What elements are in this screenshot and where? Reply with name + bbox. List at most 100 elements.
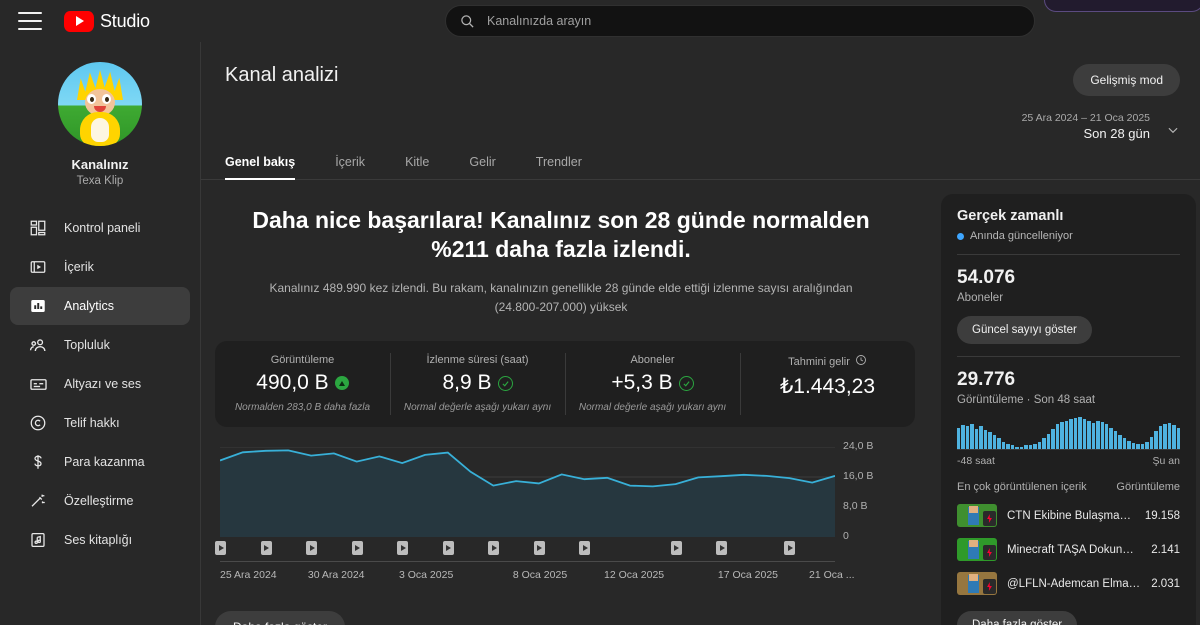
chart-x-axis-line <box>220 561 835 563</box>
sidebar-item-label: Altyazı ve ses <box>64 377 142 391</box>
video-marker-icon[interactable] <box>351 541 363 556</box>
search-bar[interactable] <box>445 5 1035 37</box>
page-title: Kanal analizi <box>225 64 339 86</box>
channel-block: Kanalınız Texa Klip <box>0 42 200 187</box>
shorts-badge-icon <box>983 511 996 526</box>
advanced-mode-button[interactable]: Gelişmiş mod <box>1073 64 1180 96</box>
tab-i-erik[interactable]: İçerik <box>335 155 365 179</box>
sparkline-bar <box>1087 420 1091 449</box>
sparkline-bar <box>1145 441 1149 449</box>
x-axis-label: 21 Oca ... <box>809 569 855 582</box>
sparkline-bar <box>979 426 983 449</box>
top-content-item[interactable]: Minecraft TAŞA Dokunm… 2.141 <box>957 538 1180 561</box>
chart-y-axis: 0 8,0 B 16,0 B 24,0 B <box>843 440 913 543</box>
search-input[interactable] <box>487 14 1020 28</box>
metric-card[interactable]: Aboneler +5,3 B Normal değerle aşağı yukar… <box>565 341 740 427</box>
sparkline-bar <box>1127 440 1131 449</box>
chart-plot-area[interactable] <box>220 447 835 538</box>
metric-note: Normal değerle aşağı yukarı aynı <box>403 402 552 414</box>
views-chart: 0 8,0 B 16,0 B 24,0 B 25 Ara 2024 30 Ara 202… <box>215 440 915 585</box>
subtitles-icon <box>28 374 48 394</box>
video-marker-icon[interactable] <box>488 541 500 556</box>
realtime-show-more-button[interactable]: Daha fazla göster <box>957 611 1078 625</box>
show-more-button[interactable]: Daha fazla göster <box>215 611 346 625</box>
video-thumbnail <box>957 504 997 527</box>
tab-kitle[interactable]: Kitle <box>405 155 429 179</box>
sidebar-item-ses-kitapl[interactable]: Ses kitaplığı <box>10 521 190 559</box>
video-marker-icon[interactable] <box>716 541 728 556</box>
headline-subtitle: Kanalınız 489.990 kez izlendi. Bu rakam,… <box>269 280 853 315</box>
tab-genel-bak[interactable]: Genel bakış <box>225 155 296 180</box>
trend-steady-icon <box>678 375 694 391</box>
divider <box>957 356 1180 357</box>
sparkline-bar <box>1136 444 1140 449</box>
metric-value: 8,9 B <box>396 371 559 395</box>
metric-value: 490,0 B <box>221 371 384 395</box>
sparkline-bar <box>1167 422 1172 449</box>
date-range-selector[interactable]: 25 Ara 2024 – 21 Oca 2025 Son 28 gün <box>1022 112 1180 141</box>
analytics-left-column: Daha nice başarılara! Kanalınız son 28 g… <box>201 180 921 625</box>
hamburger-icon[interactable] <box>18 12 42 30</box>
studio-brand[interactable]: Studio <box>64 10 150 32</box>
video-marker-icon[interactable] <box>306 541 318 556</box>
sparkline-bar <box>988 432 992 449</box>
sidebar-item-topluluk[interactable]: Topluluk <box>10 326 190 364</box>
sidebar-item-para-kazanma[interactable]: Para kazanma <box>10 443 190 481</box>
sidebar-item-label: Ses kitaplığı <box>64 533 133 547</box>
subscribers-value: 54.076 <box>957 267 1016 288</box>
sparkline-bar <box>1091 422 1096 449</box>
metric-card[interactable]: Tahmini gelir ₺1.443,23 <box>740 341 915 427</box>
metric-label: Görüntüleme <box>270 354 335 367</box>
sparkline-bar <box>1042 438 1046 449</box>
headline-title: Daha nice başarılara! Kanalınız son 28 g… <box>252 207 870 263</box>
top-content-item[interactable]: CTN Ekibine Bulaşmayı… 19.158 <box>957 504 1180 527</box>
sparkline-bar <box>1096 420 1100 449</box>
video-marker-icon[interactable] <box>579 541 591 556</box>
dollar-icon <box>28 452 48 472</box>
tab-gelir[interactable]: Gelir <box>469 155 495 179</box>
community-people-icon <box>28 335 48 355</box>
x-axis-label: 3 Oca 2025 <box>399 569 454 582</box>
headline-block: Daha nice başarılara! Kanalınız son 28 g… <box>201 180 921 317</box>
live-dot-icon <box>957 232 964 240</box>
avatar[interactable] <box>58 62 142 146</box>
metric-card[interactable]: İzlenme süresi (saat) 8,9 B Normal değerle… <box>390 341 565 427</box>
top-content-views: 19.158 <box>1144 509 1180 522</box>
sparkline-bar <box>1122 438 1127 449</box>
top-content-list: CTN Ekibine Bulaşmayı… 19.158 Minecraft … <box>957 504 1180 595</box>
video-marker-icon[interactable] <box>215 541 226 556</box>
sparkline-bar <box>992 434 997 449</box>
tab-trendler[interactable]: Trendler <box>536 155 582 179</box>
sidebar-nav: Kontrol paneli İçerik Analytics Topluluk Alt… <box>0 209 200 559</box>
sparkline-bar <box>974 428 979 449</box>
sidebar-item-telif-hakk[interactable]: Telif hakkı <box>10 404 190 442</box>
sparkline-bar <box>1078 417 1082 449</box>
top-content-item[interactable]: @LFLN-Ademcan Elmasl… 2.031 <box>957 572 1180 595</box>
sparkline-bar <box>1064 420 1069 449</box>
video-marker-icon[interactable] <box>260 541 272 556</box>
sidebar-item-i-erik[interactable]: İçerik <box>10 248 190 286</box>
show-current-count-button[interactable]: Güncel sayıyı göster <box>957 316 1092 344</box>
sidebar-item-zelle-tirme[interactable]: Özelleştirme <box>10 482 190 520</box>
video-marker-icon[interactable] <box>442 541 454 556</box>
realtime-views-label: Görüntüleme · Son 48 saat <box>957 394 1096 406</box>
sparkline-bar <box>1033 444 1037 449</box>
video-marker-icon[interactable] <box>670 541 682 556</box>
video-marker-icon[interactable] <box>784 541 796 556</box>
metric-label: Aboneler <box>630 354 675 367</box>
divider <box>957 254 1180 255</box>
chart-area-fill <box>220 450 835 538</box>
magic-wand-icon <box>28 491 48 511</box>
sparkline-bar <box>1010 445 1015 449</box>
metric-card[interactable]: Görüntüleme 490,0 B Normalden 283,0 B daha… <box>215 341 390 427</box>
sidebar-item-altyaz-ve-ses[interactable]: Altyazı ve ses <box>10 365 190 403</box>
sidebar-item-label: Kontrol paneli <box>64 221 141 235</box>
sparkline-bar <box>1140 444 1145 449</box>
metric-label: Tahmini gelir <box>746 354 909 369</box>
sidebar-item-analytics[interactable]: Analytics <box>10 287 190 325</box>
sidebar-item-kontrol-paneli[interactable]: Kontrol paneli <box>10 209 190 247</box>
realtime-live-status: Anında güncelleniyor <box>957 230 1180 242</box>
video-marker-icon[interactable] <box>533 541 545 556</box>
video-marker-icon[interactable] <box>397 541 409 556</box>
chart-video-markers <box>215 541 835 561</box>
